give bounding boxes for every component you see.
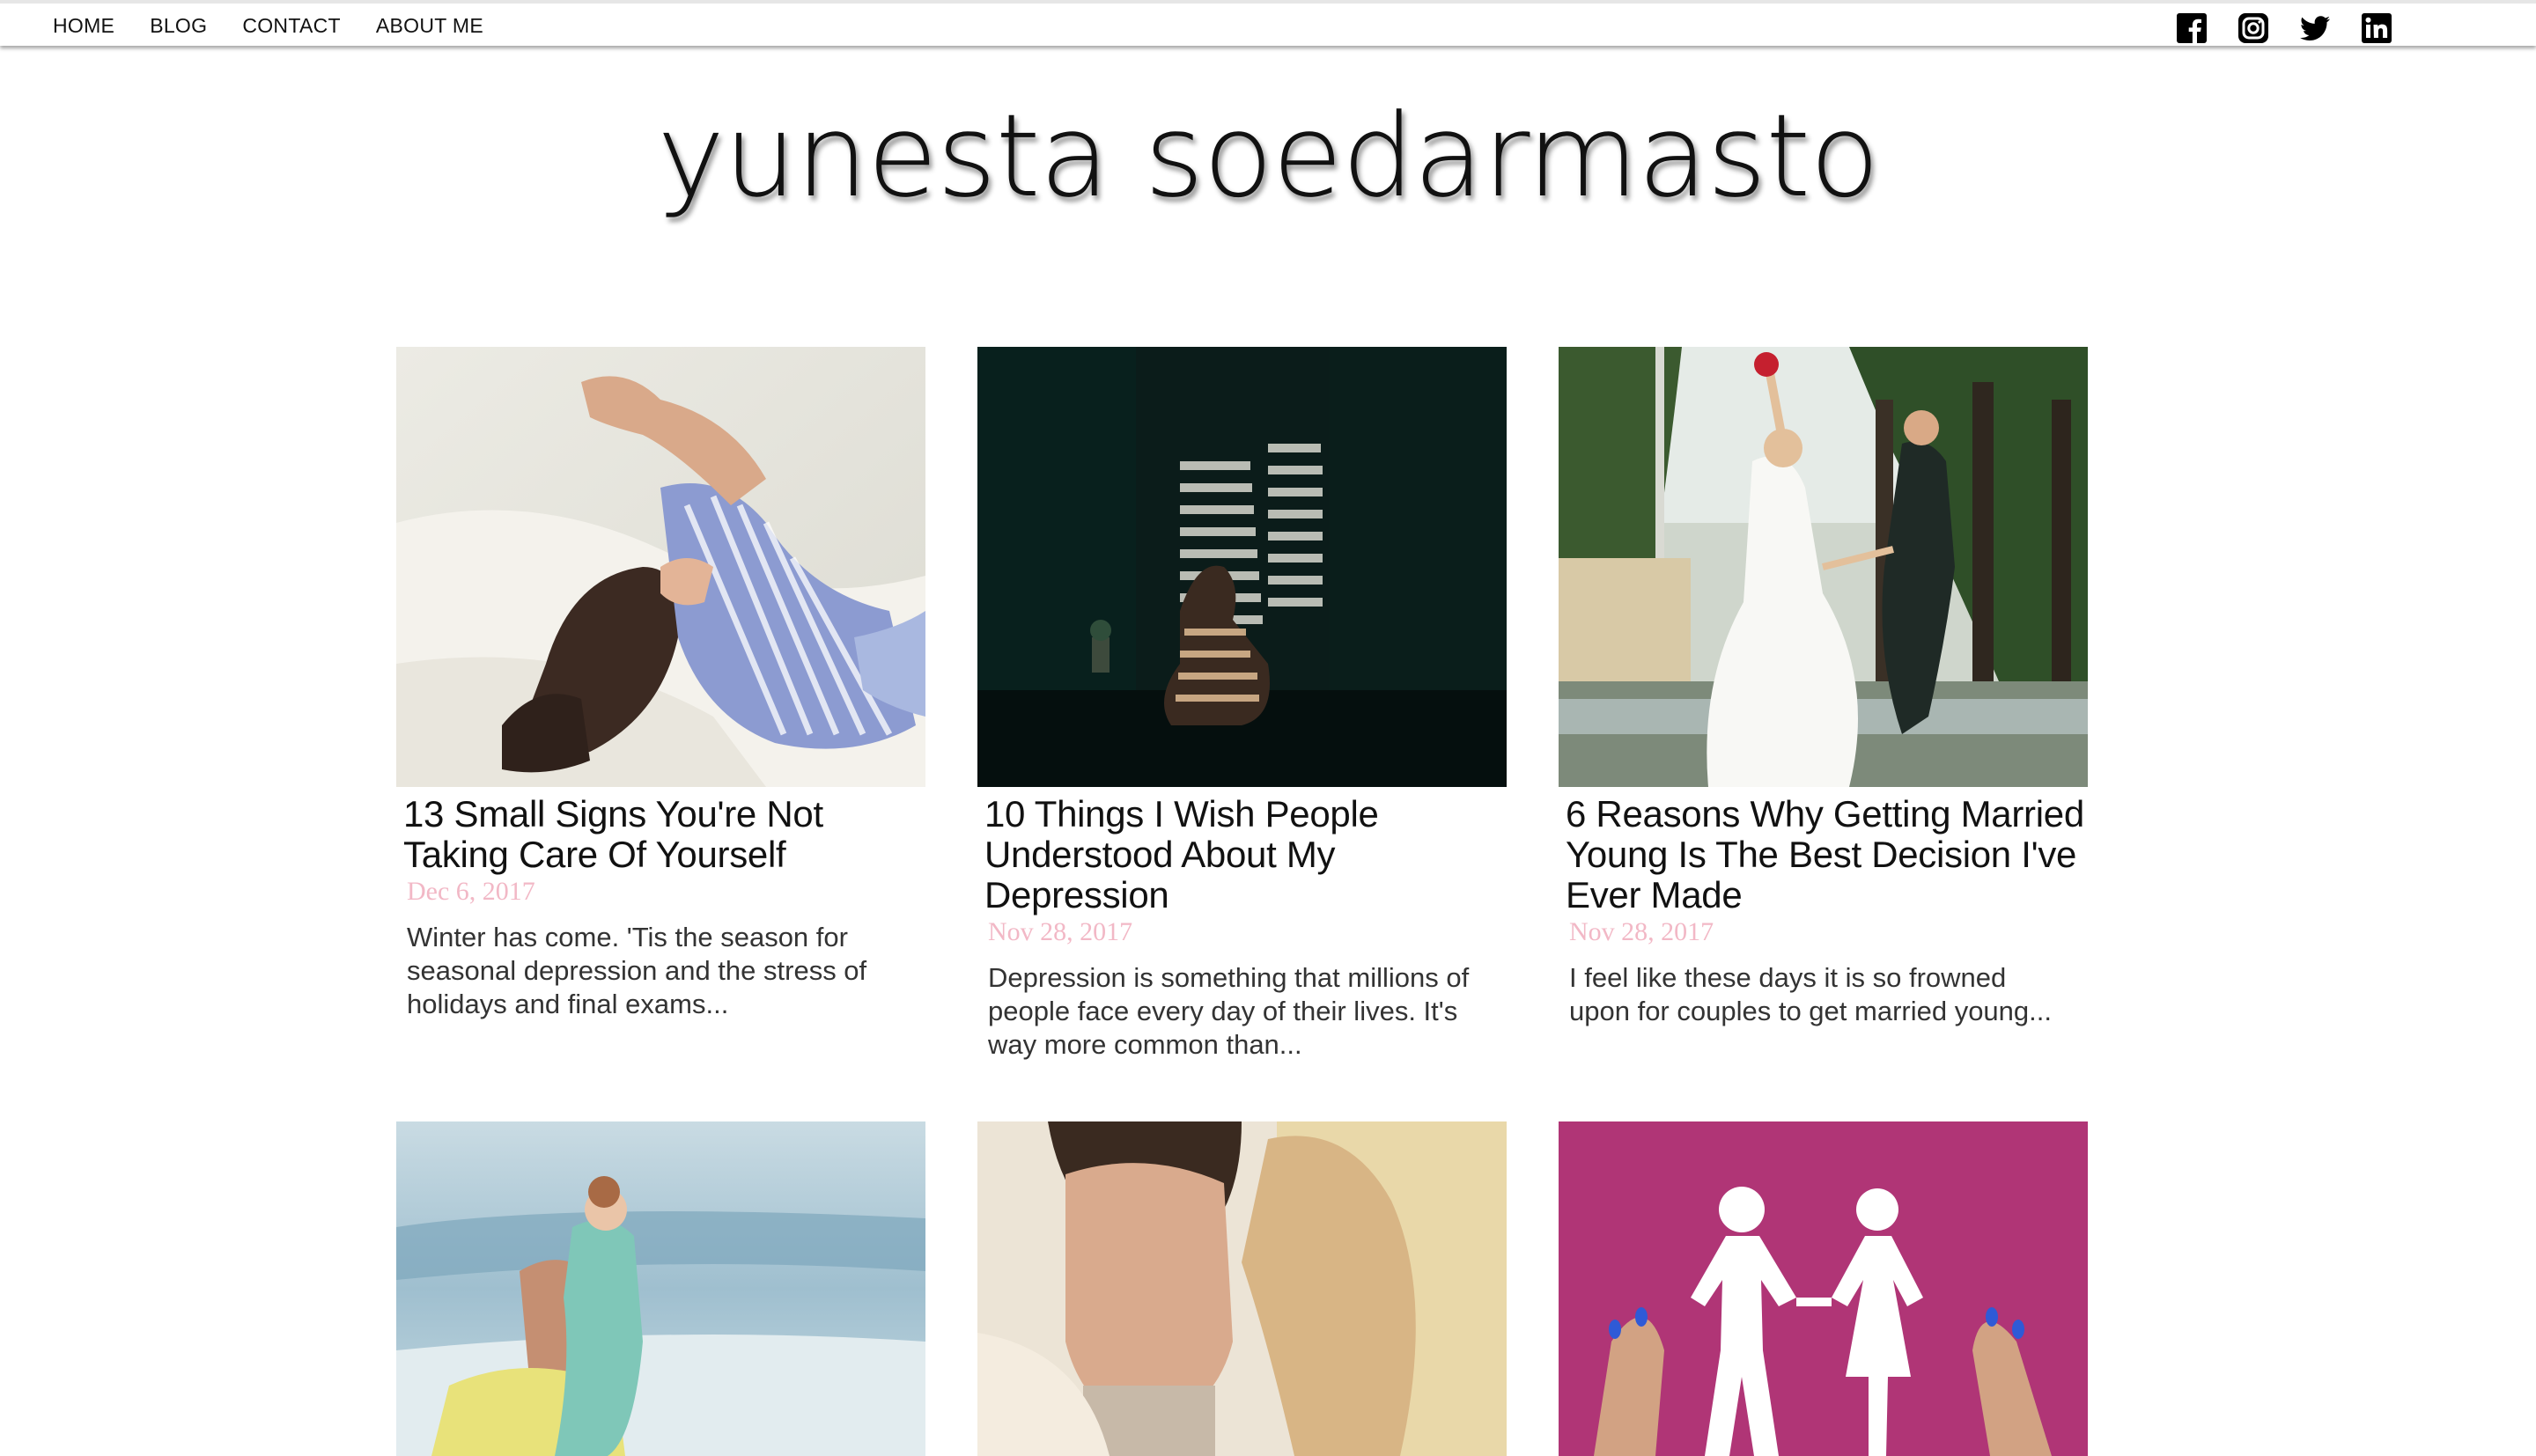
post-thumbnail-image[interactable]: [977, 1121, 1507, 1456]
blog-post-card[interactable]: 6 Reasons Why Getting Married Young Is T…: [1559, 347, 2088, 1062]
post-excerpt: Winter has come. 'Tis the season for sea…: [407, 922, 867, 1019]
blog-post-card[interactable]: 10 Things I Wish People Understood About…: [977, 347, 1507, 1062]
instagram-icon: [2238, 13, 2268, 43]
linkedin-link[interactable]: [2362, 13, 2392, 43]
nav-link-about-me[interactable]: ABOUT ME: [376, 14, 483, 37]
blog-post-card[interactable]: [396, 1121, 925, 1456]
post-date: Nov 28, 2017: [1569, 917, 1714, 946]
post-thumbnail-image[interactable]: [977, 347, 1507, 787]
post-thumbnail-image[interactable]: [396, 1121, 925, 1456]
nav-item-contact: CONTACT: [242, 14, 341, 38]
post-excerpt: Depression is something that millions of…: [988, 962, 1470, 1060]
post-thumbnail-image[interactable]: [1559, 347, 2088, 787]
site-title: yunesta soedarmasto: [657, 89, 1880, 223]
blog-post-card[interactable]: 13 Small Signs You're Not Taking Care Of…: [396, 347, 925, 1062]
blog-post-card[interactable]: [977, 1121, 1507, 1456]
nav-item-home: HOME: [53, 14, 114, 38]
blog-post-grid: 13 Small Signs You're Not Taking Care Of…: [396, 347, 2088, 1062]
twitter-icon: [2300, 16, 2330, 40]
facebook-icon: [2177, 13, 2207, 43]
social-links: [2177, 13, 2392, 43]
blog-post-grid-row-2: [396, 1121, 2088, 1456]
nav-link-blog[interactable]: BLOG: [150, 14, 207, 37]
instagram-link[interactable]: [2238, 13, 2268, 43]
nav-item-blog: BLOG: [150, 14, 207, 38]
main-nav: HOME BLOG CONTACT ABOUT ME: [53, 14, 483, 38]
post-excerpt: I feel like these days it is so frowned …: [1569, 962, 2052, 1026]
linkedin-icon: [2362, 13, 2392, 43]
nav-link-home[interactable]: HOME: [53, 14, 114, 37]
blog-post-card[interactable]: [1559, 1121, 2088, 1456]
post-title[interactable]: 6 Reasons Why Getting Married Young Is T…: [1566, 794, 2088, 916]
post-date: Dec 6, 2017: [407, 877, 535, 906]
facebook-link[interactable]: [2177, 13, 2207, 43]
post-date: Nov 28, 2017: [988, 917, 1133, 946]
twitter-link[interactable]: [2300, 13, 2330, 43]
post-thumbnail-image[interactable]: [396, 347, 925, 787]
post-title[interactable]: 13 Small Signs You're Not Taking Care Of…: [403, 794, 925, 875]
nav-item-about: ABOUT ME: [376, 14, 483, 38]
post-thumbnail-image[interactable]: [1559, 1121, 2088, 1456]
nav-link-contact[interactable]: CONTACT: [242, 14, 341, 37]
top-navbar: HOME BLOG CONTACT ABOUT ME: [0, 0, 2536, 46]
post-title[interactable]: 10 Things I Wish People Understood About…: [984, 794, 1507, 916]
